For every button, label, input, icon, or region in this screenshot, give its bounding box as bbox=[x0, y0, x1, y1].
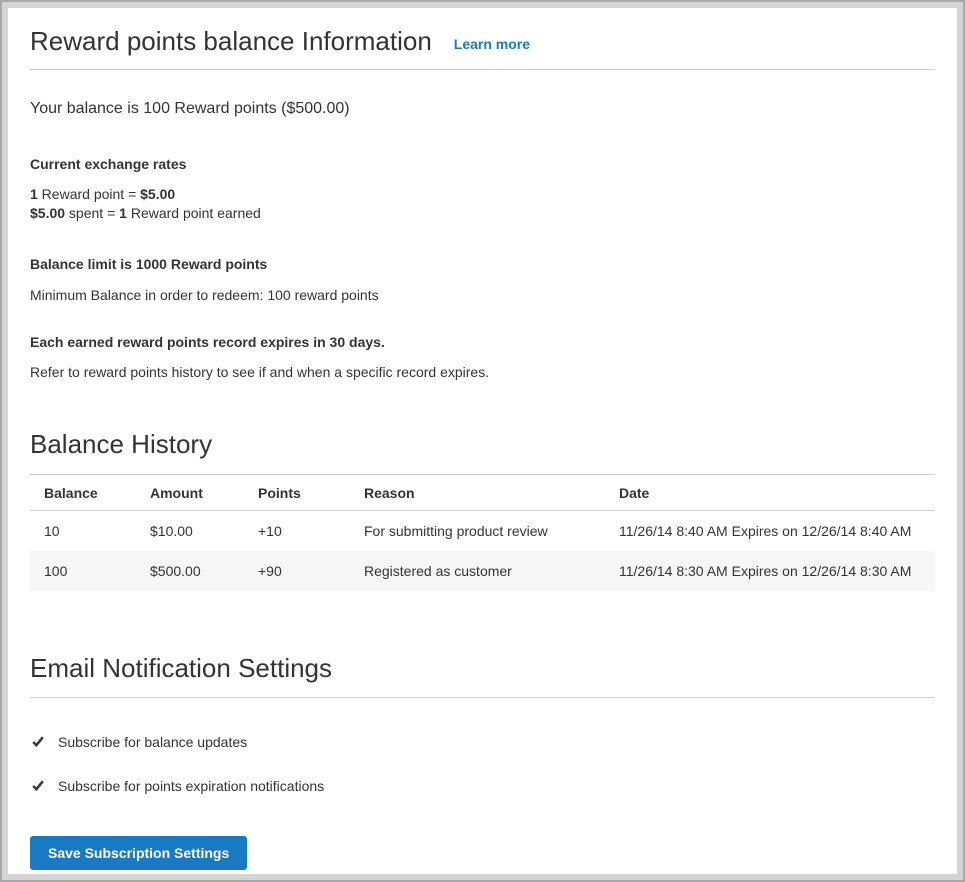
rate-money-value: $5.00 bbox=[140, 186, 175, 202]
email-notification-header: Email Notification Settings bbox=[30, 653, 935, 698]
balance-updates-checkbox[interactable] bbox=[30, 734, 46, 750]
balance-summary: Your balance is 100 Reward points ($500.… bbox=[30, 98, 935, 120]
balance-updates-option: Subscribe for balance updates bbox=[30, 734, 935, 750]
cell-amount: $500.00 bbox=[136, 551, 244, 591]
cell-date: 11/26/14 8:40 AM Expires on 12/26/14 8:4… bbox=[605, 511, 935, 552]
table-row: 100 $500.00 +90 Registered as customer 1… bbox=[30, 551, 935, 591]
page-frame: Reward points balance Information Learn … bbox=[0, 0, 965, 882]
rate-middle-text: spent = bbox=[65, 205, 119, 221]
rate-points-value: 1 bbox=[119, 205, 127, 221]
rate-middle-text: Reward point = bbox=[38, 186, 140, 202]
cell-reason: For submitting product review bbox=[350, 511, 605, 552]
exchange-rates: 1 Reward point = $5.00 $5.00 spent = 1 R… bbox=[30, 185, 935, 223]
column-header-date: Date bbox=[605, 475, 935, 511]
column-header-reason: Reason bbox=[350, 475, 605, 511]
learn-more-link[interactable]: Learn more bbox=[454, 36, 530, 52]
balance-updates-label[interactable]: Subscribe for balance updates bbox=[58, 734, 247, 750]
expiration-note: Refer to reward points history to see if… bbox=[30, 364, 935, 380]
exchange-rate-money-to-point: $5.00 spent = 1 Reward point earned bbox=[30, 204, 935, 223]
minimum-redeem-note: Minimum Balance in order to redeem: 100 … bbox=[30, 287, 935, 303]
rate-money-value: $5.00 bbox=[30, 205, 65, 221]
save-subscription-settings-button[interactable]: Save Subscription Settings bbox=[30, 836, 247, 870]
cell-date: 11/26/14 8:30 AM Expires on 12/26/14 8:3… bbox=[605, 551, 935, 591]
exchange-rates-heading: Current exchange rates bbox=[30, 156, 935, 172]
column-header-balance: Balance bbox=[30, 475, 136, 511]
page-header: Reward points balance Information Learn … bbox=[30, 8, 935, 70]
cell-balance: 100 bbox=[30, 551, 136, 591]
table-header: Balance Amount Points Reason Date bbox=[30, 475, 935, 511]
cell-balance: 10 bbox=[30, 511, 136, 552]
balance-history-title: Balance History bbox=[30, 429, 935, 460]
cell-reason: Registered as customer bbox=[350, 551, 605, 591]
exchange-rate-point-to-money: 1 Reward point = $5.00 bbox=[30, 185, 935, 204]
column-header-points: Points bbox=[244, 475, 350, 511]
rate-suffix-text: Reward point earned bbox=[127, 205, 261, 221]
cell-points: +90 bbox=[244, 551, 350, 591]
balance-limit-heading: Balance limit is 1000 Reward points bbox=[30, 256, 935, 272]
reward-points-card: Reward points balance Information Learn … bbox=[8, 8, 957, 874]
email-notification-section: Email Notification Settings Subscribe fo… bbox=[30, 653, 935, 870]
points-expiration-option: Subscribe for points expiration notifica… bbox=[30, 778, 935, 794]
rate-points-value: 1 bbox=[30, 186, 38, 202]
column-header-amount: Amount bbox=[136, 475, 244, 511]
balance-history-section: Balance History Balance Amount Points Re… bbox=[30, 429, 935, 591]
balance-history-table: Balance Amount Points Reason Date 10 $10… bbox=[30, 474, 935, 591]
cell-amount: $10.00 bbox=[136, 511, 244, 552]
table-row: 10 $10.00 +10 For submitting product rev… bbox=[30, 511, 935, 552]
points-expiration-checkbox[interactable] bbox=[30, 778, 46, 794]
page-title: Reward points balance Information bbox=[30, 26, 432, 57]
email-notification-title: Email Notification Settings bbox=[30, 653, 935, 684]
expiration-heading: Each earned reward points record expires… bbox=[30, 334, 935, 350]
points-expiration-label[interactable]: Subscribe for points expiration notifica… bbox=[58, 778, 324, 794]
cell-points: +10 bbox=[244, 511, 350, 552]
